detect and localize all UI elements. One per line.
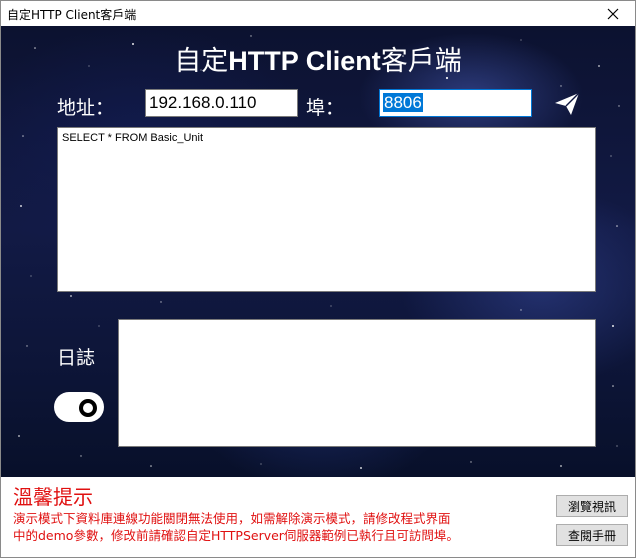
app-window: 自定HTTP Client客戶端 自定HTTP Client客戶端 地址： 19… xyxy=(0,0,636,558)
tip-title: 溫馨提示 xyxy=(13,485,93,509)
log-label: 日誌 xyxy=(57,347,96,369)
app-title-prefix: 自定 xyxy=(174,46,229,77)
log-textarea[interactable] xyxy=(118,319,596,447)
starfield-background: 自定HTTP Client客戶端 地址： 192.168.0.110 埠： 88… xyxy=(1,26,635,477)
toggle-switch-icon xyxy=(79,399,97,417)
port-label: 埠： xyxy=(306,97,345,119)
view-manual-button[interactable]: 查閱手冊 xyxy=(556,524,628,546)
close-button[interactable] xyxy=(591,1,635,26)
app-title: 自定HTTP Client客戶端 xyxy=(1,39,635,78)
app-title-bold: HTTP Client xyxy=(228,46,381,76)
address-label: 地址： xyxy=(57,97,115,119)
title-bar: 自定HTTP Client客戶端 xyxy=(1,1,635,26)
tip-line-1: 演示模式下資料庫連線功能關閉無法使用，如需解除演示模式，請修改程式界面 xyxy=(13,511,451,526)
tip-text: 演示模式下資料庫連線功能關閉無法使用，如需解除演示模式，請修改程式界面 中的de… xyxy=(13,510,543,544)
port-input[interactable]: 8806 xyxy=(379,89,532,117)
app-title-suffix: 客戶端 xyxy=(380,46,462,77)
window-title: 自定HTTP Client客戶端 xyxy=(7,8,137,22)
tips-panel: 溫馨提示 演示模式下資料庫連線功能關閉無法使用，如需解除演示模式，請修改程式界面… xyxy=(1,477,635,557)
demo-toggle-switch[interactable] xyxy=(54,392,104,422)
query-textarea[interactable]: SELECT * FROM Basic_Unit xyxy=(57,127,596,292)
paper-plane-icon xyxy=(555,92,580,115)
address-input[interactable]: 192.168.0.110 xyxy=(145,89,298,117)
send-button[interactable] xyxy=(552,90,582,118)
tip-line-2: 中的demo參數，修改前請確認自定HTTPServer伺服器範例已執行且可訪問埠… xyxy=(13,528,459,543)
browse-video-button[interactable]: 瀏覽視訊 xyxy=(556,495,628,517)
query-text: SELECT * FROM Basic_Unit xyxy=(62,132,204,144)
port-value: 8806 xyxy=(383,93,423,112)
address-value: 192.168.0.110 xyxy=(149,93,257,112)
close-icon xyxy=(607,8,619,19)
